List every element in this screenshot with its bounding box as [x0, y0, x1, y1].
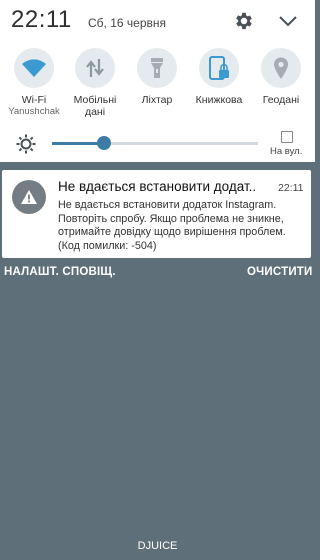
notification-settings-button[interactable]: НАЛАШТ. СПОВІЩ.: [4, 266, 116, 278]
flashlight-icon: [151, 58, 163, 78]
location-icon: [274, 57, 288, 79]
chevron-down-icon[interactable]: [277, 12, 299, 30]
notification-title: Не вдається встановити додат..: [58, 179, 257, 194]
wifi-icon: [22, 59, 46, 77]
toggle-rotation[interactable]: Книжкова: [188, 48, 250, 106]
notification-card[interactable]: Не вдається встановити додат.. 22:11 Не …: [2, 170, 311, 258]
auto-brightness-label: На вул.: [270, 146, 303, 157]
brightness-slider-thumb[interactable]: [97, 136, 111, 150]
notification-body: Не вдається встановити додаток Instagram…: [58, 199, 286, 252]
clock: 22:11: [11, 6, 72, 33]
toggle-wifi[interactable]: Wi-Fi Yanushchak: [3, 48, 65, 117]
toggle-flashlight-label: Ліхтар: [141, 94, 173, 106]
toggle-wifi-circle[interactable]: [14, 48, 54, 88]
toggle-rotation-circle[interactable]: [199, 48, 239, 88]
toggle-flashlight-circle[interactable]: [137, 48, 177, 88]
clear-button[interactable]: ОЧИСТИТИ: [247, 266, 313, 278]
date: Сб, 16 червня: [88, 16, 166, 30]
toggle-wifi-label: Wi-Fi: [21, 94, 47, 106]
brightness-slider[interactable]: [52, 142, 258, 145]
notification-time: 22:11: [278, 182, 304, 194]
brightness-row: На вул.: [0, 128, 315, 158]
rotation-lock-icon: [209, 56, 229, 80]
gear-icon[interactable]: [233, 10, 255, 32]
toggle-mobile-data-circle[interactable]: [75, 48, 115, 88]
warning-icon: [12, 180, 46, 214]
brightness-icon: [16, 134, 36, 154]
mobile-data-icon: [86, 59, 104, 77]
quick-settings-panel: 22:11 Сб, 16 червня Wi-Fi Yanushchak Моб…: [0, 0, 315, 162]
toggle-rotation-label: Книжкова: [195, 94, 243, 106]
toggle-flashlight[interactable]: Ліхтар: [126, 48, 188, 106]
toggle-location-label: Геодані: [262, 94, 300, 106]
auto-brightness-checkbox[interactable]: [281, 131, 293, 143]
toggle-location[interactable]: Геодані: [250, 48, 312, 106]
toggle-mobile-data-label: Мобільні дані: [73, 94, 117, 118]
toggle-wifi-network: Yanushchak: [8, 106, 60, 117]
quick-toggles: Wi-Fi Yanushchak Мобільні дані Ліхтар Кн…: [0, 48, 315, 123]
carrier-label: DJUICE: [137, 540, 178, 552]
toggle-mobile-data[interactable]: Мобільні дані: [64, 48, 126, 118]
toggle-location-circle[interactable]: [261, 48, 301, 88]
